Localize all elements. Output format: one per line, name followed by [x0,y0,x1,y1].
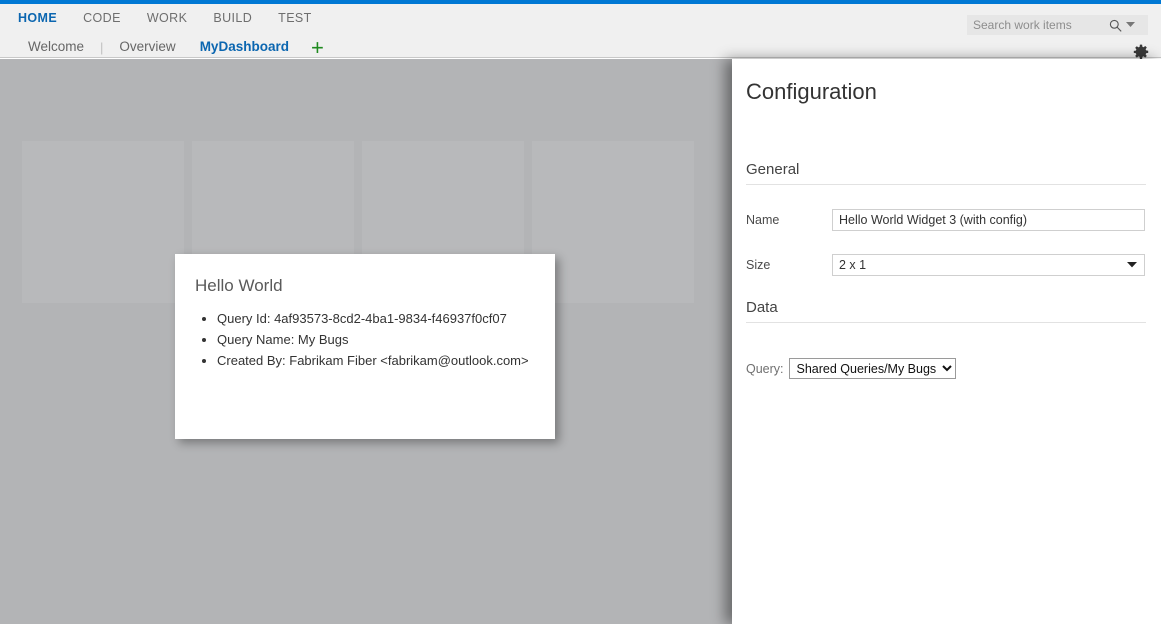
nav-item-home[interactable]: HOME [18,4,57,32]
global-header: HOME CODE WORK BUILD TEST Welcome | Over… [0,4,1161,58]
query-select[interactable]: Shared Queries/My Bugs [789,358,956,379]
widget-detail-list: Query Id: 4af93573-8cd2-4ba1-9834-f46937… [175,308,555,371]
pivot-separator: | [96,40,107,55]
list-item: Created By: Fabrikam Fiber <fabrikam@out… [217,350,555,371]
page-title: Configuration [732,59,1161,105]
configuration-panel: Configuration General Name Size 2 x 1 Da… [732,59,1161,624]
nav-item-build[interactable]: BUILD [213,4,252,32]
widget-name-input[interactable] [832,209,1145,231]
query-label: Query: [746,362,784,376]
app-root: HOME CODE WORK BUILD TEST Welcome | Over… [0,0,1161,624]
placeholder-tile-1[interactable] [22,141,184,303]
widget-title: Hello World [175,254,555,296]
list-item: Query Name: My Bugs [217,329,555,350]
search-icon[interactable] [1107,16,1123,34]
hello-world-widget[interactable]: Hello World Query Id: 4af93573-8cd2-4ba1… [175,254,555,439]
dashboard-pivot-bar: Welcome | Overview MyDashboard + [16,33,334,62]
search-chevron-down-icon[interactable] [1123,16,1137,34]
chevron-down-icon [1127,260,1137,270]
pivot-welcome[interactable]: Welcome [16,33,96,62]
pivot-mydashboard[interactable]: MyDashboard [188,33,301,62]
size-label: Size [746,258,832,272]
primary-nav: HOME CODE WORK BUILD TEST [18,4,338,32]
search-input[interactable] [967,16,1107,34]
field-row-name: Name [746,209,1146,231]
widget-size-dropdown[interactable]: 2 x 1 [832,254,1145,276]
widget-size-value: 2 x 1 [839,258,866,272]
field-row-query: Query: Shared Queries/My Bugs [746,358,956,379]
section-header-general: General [746,161,1146,185]
search-box[interactable] [967,15,1148,35]
pivot-overview[interactable]: Overview [107,33,187,62]
name-label: Name [746,213,832,227]
field-row-size: Size 2 x 1 [746,254,1146,276]
section-header-data: Data [746,299,1146,323]
nav-item-test[interactable]: TEST [278,4,312,32]
add-dashboard-button[interactable]: + [301,37,334,59]
placeholder-tile-4[interactable] [532,141,694,303]
list-item: Query Id: 4af93573-8cd2-4ba1-9834-f46937… [217,308,555,329]
nav-item-code[interactable]: CODE [83,4,121,32]
nav-item-work[interactable]: WORK [147,4,188,32]
